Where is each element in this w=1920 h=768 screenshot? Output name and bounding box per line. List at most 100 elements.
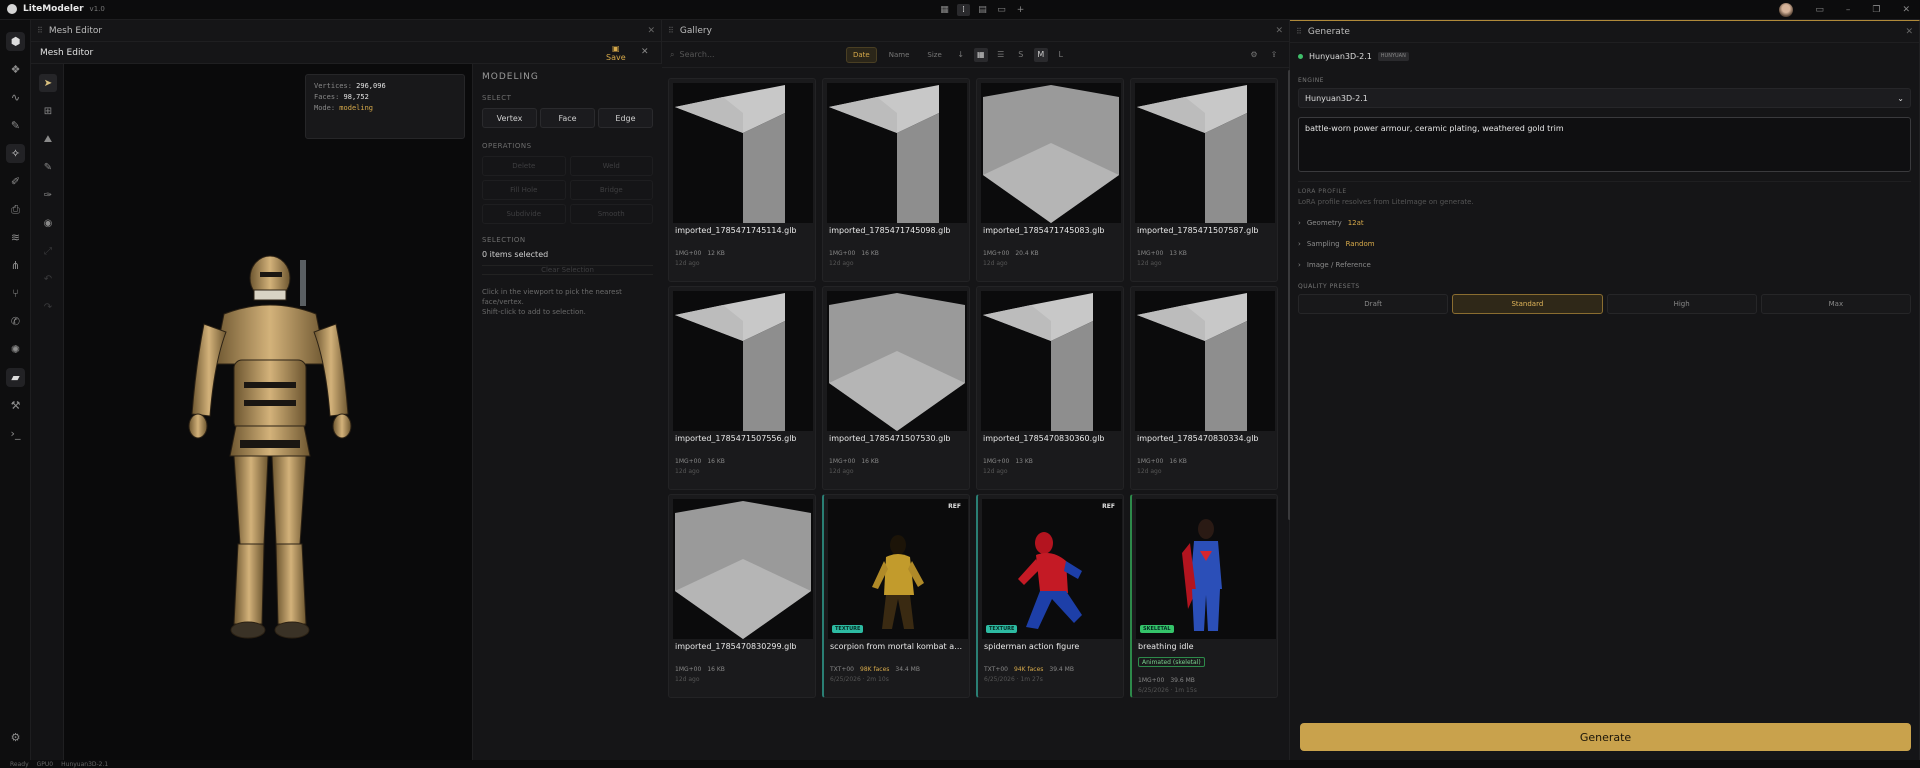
layout-columns-icon[interactable]: ⁞ <box>957 4 970 16</box>
gallery-card[interactable]: imported_1785471745114.glb 1MG+00 12 KB 12d… <box>668 78 816 282</box>
vertices-stat: Vertices: 296,096 <box>314 82 386 90</box>
engine-select[interactable]: Hunyuan3D-2.1 ⌄ <box>1298 88 1911 108</box>
printer-icon[interactable]: ⎙ <box>6 200 25 219</box>
drag-handle-icon[interactable]: ⠿ <box>1296 27 1302 36</box>
magic-wand-icon[interactable]: ✧ <box>6 144 25 163</box>
cube-icon[interactable]: ⬢ <box>6 32 25 51</box>
list-view-icon[interactable]: ☰ <box>994 48 1008 62</box>
size-large-button[interactable]: L <box>1054 48 1068 62</box>
monitor-icon[interactable]: ▭ <box>1815 5 1824 15</box>
gallery-card[interactable]: imported_1785471745083.glb 1MG+00 20.4 KB 1… <box>976 78 1124 282</box>
settings-icon[interactable]: ⚙ <box>1247 48 1261 62</box>
geometry-expander[interactable]: › Geometry 12at <box>1298 212 1911 233</box>
settings-gear-icon[interactable]: ⚙ <box>6 728 25 747</box>
terminal-icon[interactable]: ›_ <box>6 424 25 443</box>
wrench-icon[interactable]: ⚒ <box>6 396 25 415</box>
app-sidebar: ⬢ ❖ ∿ ✎ ✧ ✐ ⎙ ≋ ⋔ ⑂ ✆ ✺ ▰ ⚒ ›_ ⚙ <box>0 20 31 760</box>
model-badge: 1MG+00 <box>983 458 1010 465</box>
model-date: 12d ago <box>1137 260 1162 267</box>
layout-split-icon[interactable]: ▤ <box>976 4 989 16</box>
sparkle-icon[interactable]: ✺ <box>6 340 25 359</box>
eye-icon[interactable]: ◉ <box>39 214 57 232</box>
model-name: imported_1785471745083.glb <box>983 226 1105 235</box>
stack-icon[interactable]: ≋ <box>6 228 25 247</box>
gallery-card[interactable]: imported_1785471745098.glb 1MG+00 16 KB 12d… <box>822 78 970 282</box>
upload-icon[interactable]: ⇪ <box>1267 48 1281 62</box>
pen-icon[interactable]: ✐ <box>6 172 25 191</box>
file-size: 39.6 MB <box>1170 677 1195 684</box>
armor-figure-model <box>188 255 352 639</box>
preset-standard-button[interactable]: Standard <box>1452 294 1603 314</box>
mountain-icon[interactable]: ⛰ <box>39 130 57 148</box>
save-button[interactable]: ▣ Save <box>606 44 626 62</box>
close-editor-icon[interactable]: ✕ <box>641 47 649 57</box>
nodes-icon[interactable]: ⋔ <box>6 256 25 275</box>
file-size: 13 KB <box>1169 250 1187 257</box>
vertex-mode-button[interactable]: Vertex <box>482 108 537 128</box>
preset-high-button[interactable]: High <box>1606 294 1757 314</box>
paint-brush-icon[interactable]: ✎ <box>39 158 57 176</box>
model-date: 12d ago <box>1137 468 1162 475</box>
select-cursor-icon[interactable]: ➤ <box>39 74 57 92</box>
sort-date-button[interactable]: Date <box>846 46 877 63</box>
generate-button[interactable]: Generate <box>1300 723 1911 751</box>
model-meta: 1MG+00 16 KB <box>675 666 725 673</box>
gallery-card[interactable]: imported_1785470830334.glb 1MG+00 16 KB 12d… <box>1130 286 1278 490</box>
lora-profile-label: LORA PROFILE <box>1298 188 1347 195</box>
sort-name-button[interactable]: Name <box>883 47 916 63</box>
layout-grid-icon[interactable]: ▦ <box>938 4 951 16</box>
close-generate-icon[interactable]: ✕ <box>1905 27 1913 37</box>
image-reference-expander[interactable]: › Image / Reference <box>1298 254 1911 275</box>
undo-icon: ↶ <box>43 273 53 285</box>
smooth-button[interactable]: Smooth <box>569 204 653 224</box>
phone-icon[interactable]: ✆ <box>6 312 25 331</box>
sort-size-button[interactable]: Size <box>921 47 947 63</box>
3d-viewport[interactable] <box>64 64 472 760</box>
fill-hole-button[interactable]: Fill Hole <box>482 180 566 200</box>
search-input[interactable]: ⌕ Search... <box>670 47 840 63</box>
close-gallery-icon[interactable]: ✕ <box>1275 26 1283 36</box>
gallery-card[interactable]: imported_1785471507587.glb 1MG+00 13 KB 12d… <box>1130 78 1278 282</box>
fork-icon[interactable]: ⑂ <box>6 284 25 303</box>
grid-view-icon[interactable]: ▦ <box>973 47 988 62</box>
preset-max-button[interactable]: Max <box>1760 294 1911 314</box>
gallery-card[interactable]: imported_1785471507530.glb 1MG+00 16 KB 12d… <box>822 286 970 490</box>
sampling-expander[interactable]: › Sampling Random <box>1298 233 1911 254</box>
layers-stack-icon[interactable]: ❖ <box>6 60 25 79</box>
prompt-textarea[interactable]: battle-worn power armour, ceramic platin… <box>1298 117 1911 172</box>
clear-selection-button[interactable]: Clear Selection <box>482 265 653 275</box>
size-small-button[interactable]: S <box>1014 48 1028 62</box>
weld-button[interactable]: Weld <box>569 156 653 176</box>
size-medium-button[interactable]: M <box>1033 47 1048 62</box>
restore-icon[interactable]: ❐ <box>1872 5 1880 15</box>
drag-handle-icon[interactable]: ⠿ <box>668 26 674 35</box>
status-bar: Ready GPU0 Hunyuan3D-2.1 <box>0 760 1920 768</box>
bridge-button[interactable]: Bridge <box>569 180 653 200</box>
folder-icon[interactable]: ▰ <box>6 368 25 387</box>
gallery-card[interactable]: imported_1785470830360.glb 1MG+00 13 KB 12d… <box>976 286 1124 490</box>
activity-icon[interactable]: ∿ <box>6 88 25 107</box>
subdivide-button[interactable]: Subdivide <box>482 204 566 224</box>
close-window-icon[interactable]: ✕ <box>1902 5 1910 15</box>
sort-direction-icon[interactable]: ↓ <box>954 48 968 62</box>
minimize-icon[interactable]: – <box>1846 5 1851 15</box>
gallery-card[interactable]: SKELETAL breathing idle Animated (skeletal… <box>1130 494 1278 698</box>
model-name: imported_1785471507530.glb <box>829 434 951 443</box>
grid-icon[interactable]: ⊞ <box>39 102 57 120</box>
add-panel-icon[interactable]: + <box>1014 4 1027 16</box>
gallery-card[interactable]: REF TEXTURE scorpion from mortal kombat ac… <box>822 494 970 698</box>
gallery-card[interactable]: imported_1785470830299.glb 1MG+00 16 KB 12d… <box>668 494 816 698</box>
close-panel-icon[interactable]: ✕ <box>647 26 655 36</box>
layout-window-icon[interactable]: ▭ <box>995 4 1008 16</box>
user-avatar[interactable] <box>1779 3 1794 17</box>
edge-mode-button[interactable]: Edge <box>598 108 653 128</box>
brush-tool-icon[interactable]: ✑ <box>39 186 57 204</box>
brush-icon[interactable]: ✎ <box>6 116 25 135</box>
delete-button[interactable]: Delete <box>482 156 566 176</box>
gallery-card[interactable]: imported_1785471507556.glb 1MG+00 16 KB 12d… <box>668 286 816 490</box>
preset-draft-button[interactable]: Draft <box>1298 294 1449 314</box>
model-badge: 1MG+00 <box>829 458 856 465</box>
gallery-card[interactable]: REF TEXTURE spiderman action figure TXT+00 9… <box>976 494 1124 698</box>
drag-handle-icon[interactable]: ⠿ <box>37 26 43 35</box>
face-mode-button[interactable]: Face <box>540 108 595 128</box>
